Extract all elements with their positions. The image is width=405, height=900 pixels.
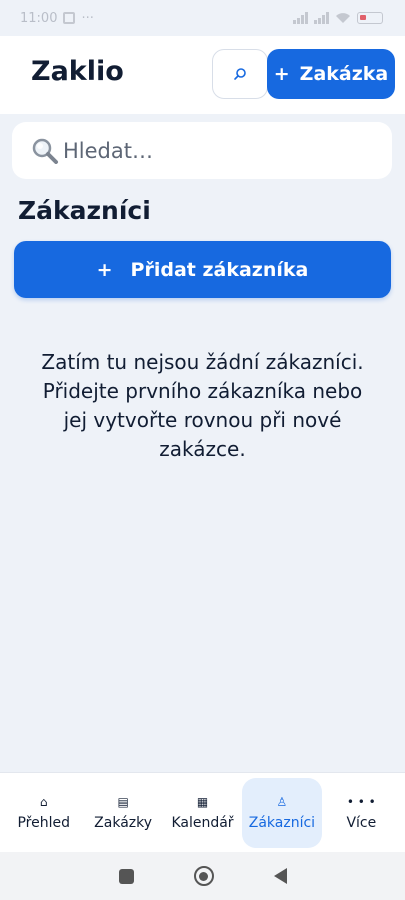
nav-item-overview[interactable]: ⌂ Přehled bbox=[4, 778, 83, 848]
signal-icon bbox=[293, 12, 308, 24]
notification-icon bbox=[63, 12, 76, 24]
calendar-icon: ▦ bbox=[196, 794, 209, 809]
home-icon: ⌂ bbox=[39, 794, 48, 809]
search-button[interactable] bbox=[212, 49, 268, 99]
search-input[interactable] bbox=[63, 138, 363, 163]
plus-icon: + bbox=[96, 258, 113, 281]
person-icon: ♙ bbox=[276, 794, 288, 809]
nav-item-more[interactable]: • • • Více bbox=[322, 778, 401, 848]
status-time: 11:00 bbox=[20, 10, 58, 26]
battery-icon bbox=[357, 12, 383, 24]
new-order-label: Zakázka bbox=[299, 63, 389, 85]
back-icon[interactable] bbox=[273, 868, 287, 884]
nav-item-orders[interactable]: ▤ Zakázky bbox=[83, 778, 162, 848]
system-nav-bar bbox=[0, 852, 405, 900]
add-customer-label: Přidat zákazníka bbox=[130, 258, 309, 281]
home-button-icon[interactable] bbox=[193, 866, 214, 886]
add-customer-button[interactable]: + Přidat zákazníka bbox=[14, 241, 391, 298]
list-icon: ▤ bbox=[117, 794, 129, 809]
plus-icon: + bbox=[273, 63, 290, 85]
nav-label: Zákazníci bbox=[248, 814, 316, 831]
magnifier-icon bbox=[32, 138, 58, 164]
nav-label: Přehled bbox=[17, 814, 70, 831]
nav-item-customers[interactable]: ♙ Zákazníci bbox=[242, 778, 322, 848]
app-title: Zaklio bbox=[31, 56, 124, 87]
nav-label: Zakázky bbox=[94, 814, 153, 831]
status-left: 11:00 ··· bbox=[20, 11, 94, 26]
signal-2-icon bbox=[314, 12, 329, 24]
status-right bbox=[293, 12, 383, 24]
empty-state-message: Zatím tu nejsou žádní zákazníci. Přidejt… bbox=[41, 350, 364, 461]
status-bar: 11:00 ··· bbox=[0, 0, 405, 36]
page-title: Zákazníci bbox=[18, 196, 151, 225]
recents-icon[interactable] bbox=[118, 868, 134, 884]
bottom-nav: ⌂ Přehled ▤ Zakázky ▦ Kalendář ♙ Zákazní… bbox=[0, 772, 405, 852]
more-icon: • • • bbox=[346, 794, 376, 809]
search-icon bbox=[234, 68, 246, 80]
search-box[interactable] bbox=[12, 122, 392, 179]
nav-label: Kalendář bbox=[171, 814, 234, 831]
app-header: Zaklio + Zakázka bbox=[0, 36, 405, 114]
nav-item-calendar[interactable]: ▦ Kalendář bbox=[163, 778, 242, 848]
nav-label: Více bbox=[346, 814, 377, 831]
wifi-icon bbox=[336, 13, 350, 23]
more-notifications-icon: ··· bbox=[81, 10, 94, 26]
new-order-button[interactable]: + Zakázka bbox=[267, 49, 395, 99]
